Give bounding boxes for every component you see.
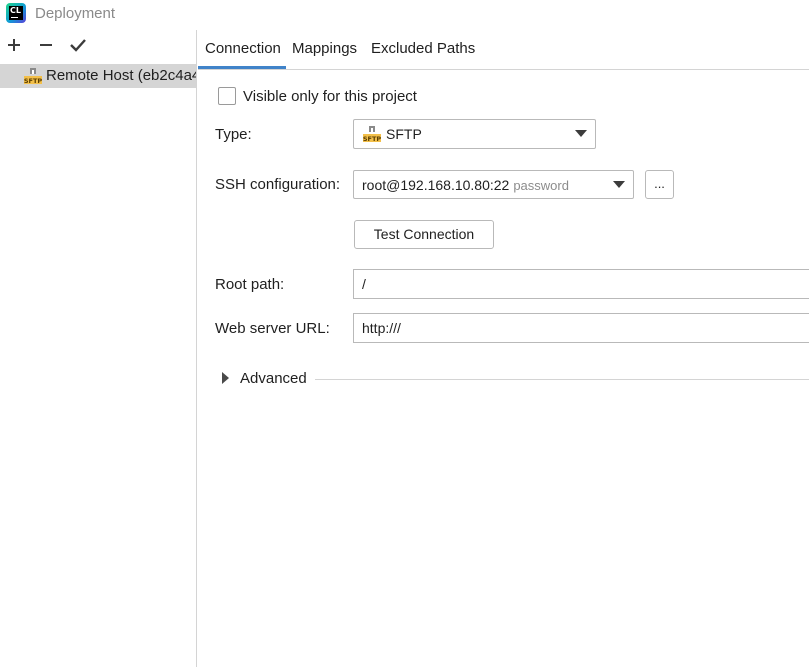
check-icon: [70, 39, 86, 52]
web-server-url-input[interactable]: [353, 313, 809, 343]
add-server-button[interactable]: [3, 34, 25, 56]
minus-icon: [40, 44, 52, 46]
type-select[interactable]: SFTP SFTP: [353, 119, 596, 149]
tab-excluded-paths[interactable]: Excluded Paths: [371, 40, 475, 57]
svg-text:SFTP: SFTP: [363, 135, 382, 143]
ssh-configuration-label: SSH configuration:: [215, 176, 341, 193]
visible-only-label: Visible only for this project: [243, 88, 417, 105]
ssh-host-text: root@192.168.10.80:22: [362, 177, 510, 193]
tab-bar: Connection Mappings Excluded Paths: [198, 30, 809, 70]
browse-ssh-configurations-button[interactable]: ...: [645, 170, 674, 199]
test-connection-button[interactable]: Test Connection: [354, 220, 494, 249]
visible-only-checkbox[interactable]: [218, 87, 236, 105]
server-name-label: Remote Host (eb2c4a4: [46, 67, 197, 84]
advanced-section-toggle[interactable]: Advanced: [240, 370, 307, 387]
sftp-icon: SFTP: [363, 126, 382, 143]
section-divider: [315, 379, 809, 380]
clion-logo-icon: CL: [6, 3, 26, 23]
sftp-icon: SFTP: [24, 68, 43, 85]
ssh-configuration-select[interactable]: root@192.168.10.80:22 password: [353, 170, 634, 199]
tab-connection[interactable]: Connection: [205, 40, 281, 57]
svg-text:SFTP: SFTP: [24, 77, 43, 85]
active-tab-indicator: [198, 66, 286, 69]
ssh-auth-hint: password: [513, 178, 569, 193]
window-title: Deployment: [35, 5, 116, 22]
chevron-down-icon: [613, 181, 625, 188]
web-server-url-label: Web server URL:: [215, 320, 330, 337]
chevron-down-icon: [575, 130, 587, 137]
title-bar: CL Deployment: [0, 0, 809, 30]
tab-mappings[interactable]: Mappings: [292, 40, 357, 57]
root-path-label: Root path:: [215, 276, 285, 293]
set-default-button[interactable]: [67, 34, 89, 56]
type-value: SFTP: [386, 126, 422, 142]
type-label: Type:: [215, 126, 252, 143]
logo-text: CL: [10, 6, 21, 15]
server-list-panel: SFTP Remote Host (eb2c4a4: [0, 30, 197, 667]
remove-server-button[interactable]: [35, 34, 57, 56]
root-path-input[interactable]: [353, 269, 809, 299]
plus-icon: [8, 39, 20, 51]
expand-arrow-icon[interactable]: [222, 372, 229, 384]
server-list-item[interactable]: SFTP Remote Host (eb2c4a4: [0, 64, 197, 88]
ssh-configuration-value: root@192.168.10.80:22 password: [362, 177, 569, 193]
